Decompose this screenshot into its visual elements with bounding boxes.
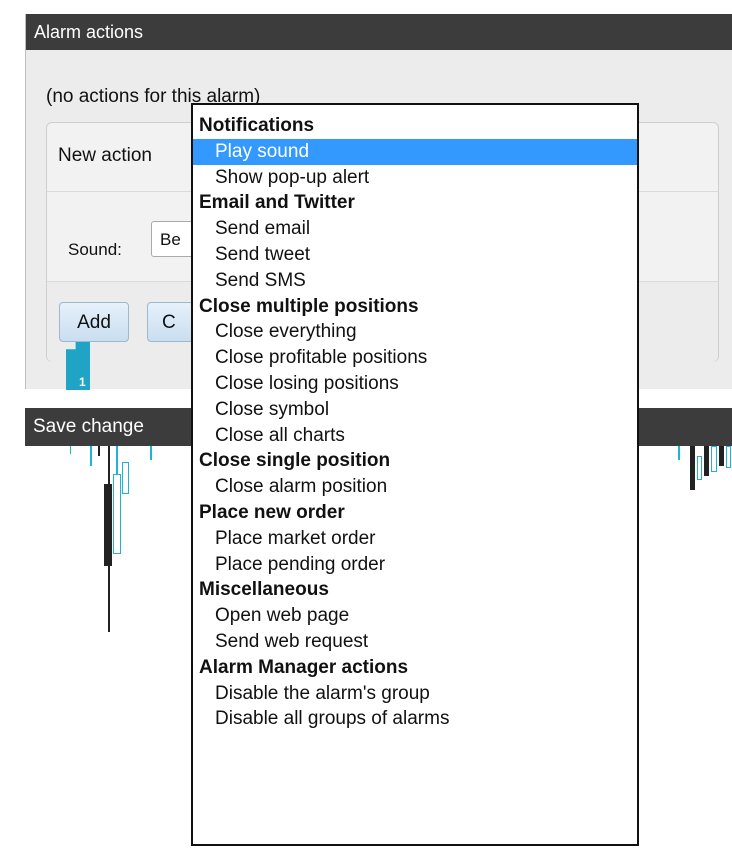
candle-wick [70,446,71,454]
menu-item[interactable]: Close profitable positions [193,345,637,371]
menu-group-header: Place new order [199,501,345,523]
menu-item[interactable]: Send web request [193,629,637,655]
menu-group-header: Close single position [199,450,391,472]
menu-item[interactable]: Send tweet [193,242,637,268]
menu-item[interactable]: Close alarm position [193,474,637,500]
candle-body [704,446,709,476]
candle-body [719,446,724,466]
menu-item[interactable]: Place market order [193,526,637,552]
menu-group-header: Notifications [199,115,315,136]
candle-body [122,462,129,494]
menu-item[interactable]: Place pending order [193,552,637,578]
menu-item[interactable]: Disable the alarm's group [193,681,637,707]
candle-body [104,484,112,566]
candle-body [711,446,717,472]
sound-label: Sound: [68,240,122,259]
callout-marker [66,342,90,390]
menu-group-header: Email and Twitter [199,192,355,214]
candle-wick [150,446,152,460]
menu-item[interactable]: Close losing positions [193,371,637,397]
candle-wick [678,446,680,460]
menu-group-header: Miscellaneous [199,579,329,601]
candle-wick [98,446,100,456]
candle-body [697,456,702,480]
menu-group-header: Alarm Manager actions [199,656,409,678]
callout-number: 1 [79,375,86,389]
menu-item[interactable]: Send email [193,216,637,242]
menu-group-header: Close multiple positions [199,295,419,317]
candle-wick [90,446,92,466]
panel-title: Alarm actions [26,14,732,50]
candle-body [690,446,695,490]
menu-item[interactable]: Show pop-up alert [193,165,637,191]
menu-item[interactable]: Disable all groups of alarms [193,706,637,732]
menu-item[interactable]: Open web page [193,603,637,629]
add-button[interactable]: Add [59,302,129,342]
candle-body [113,474,121,554]
menu-item[interactable]: Send SMS [193,268,637,294]
menu-item[interactable]: Play sound [193,138,637,165]
menu-item[interactable]: Close everything [193,319,637,345]
action-type-dropdown-menu: Notifications Play sound Show pop-up alert… [191,103,639,846]
menu-item[interactable]: Close symbol [193,397,637,423]
candle-body [726,446,731,468]
new-action-label: New action [58,145,152,166]
menu-item[interactable]: Close all charts [193,423,637,449]
